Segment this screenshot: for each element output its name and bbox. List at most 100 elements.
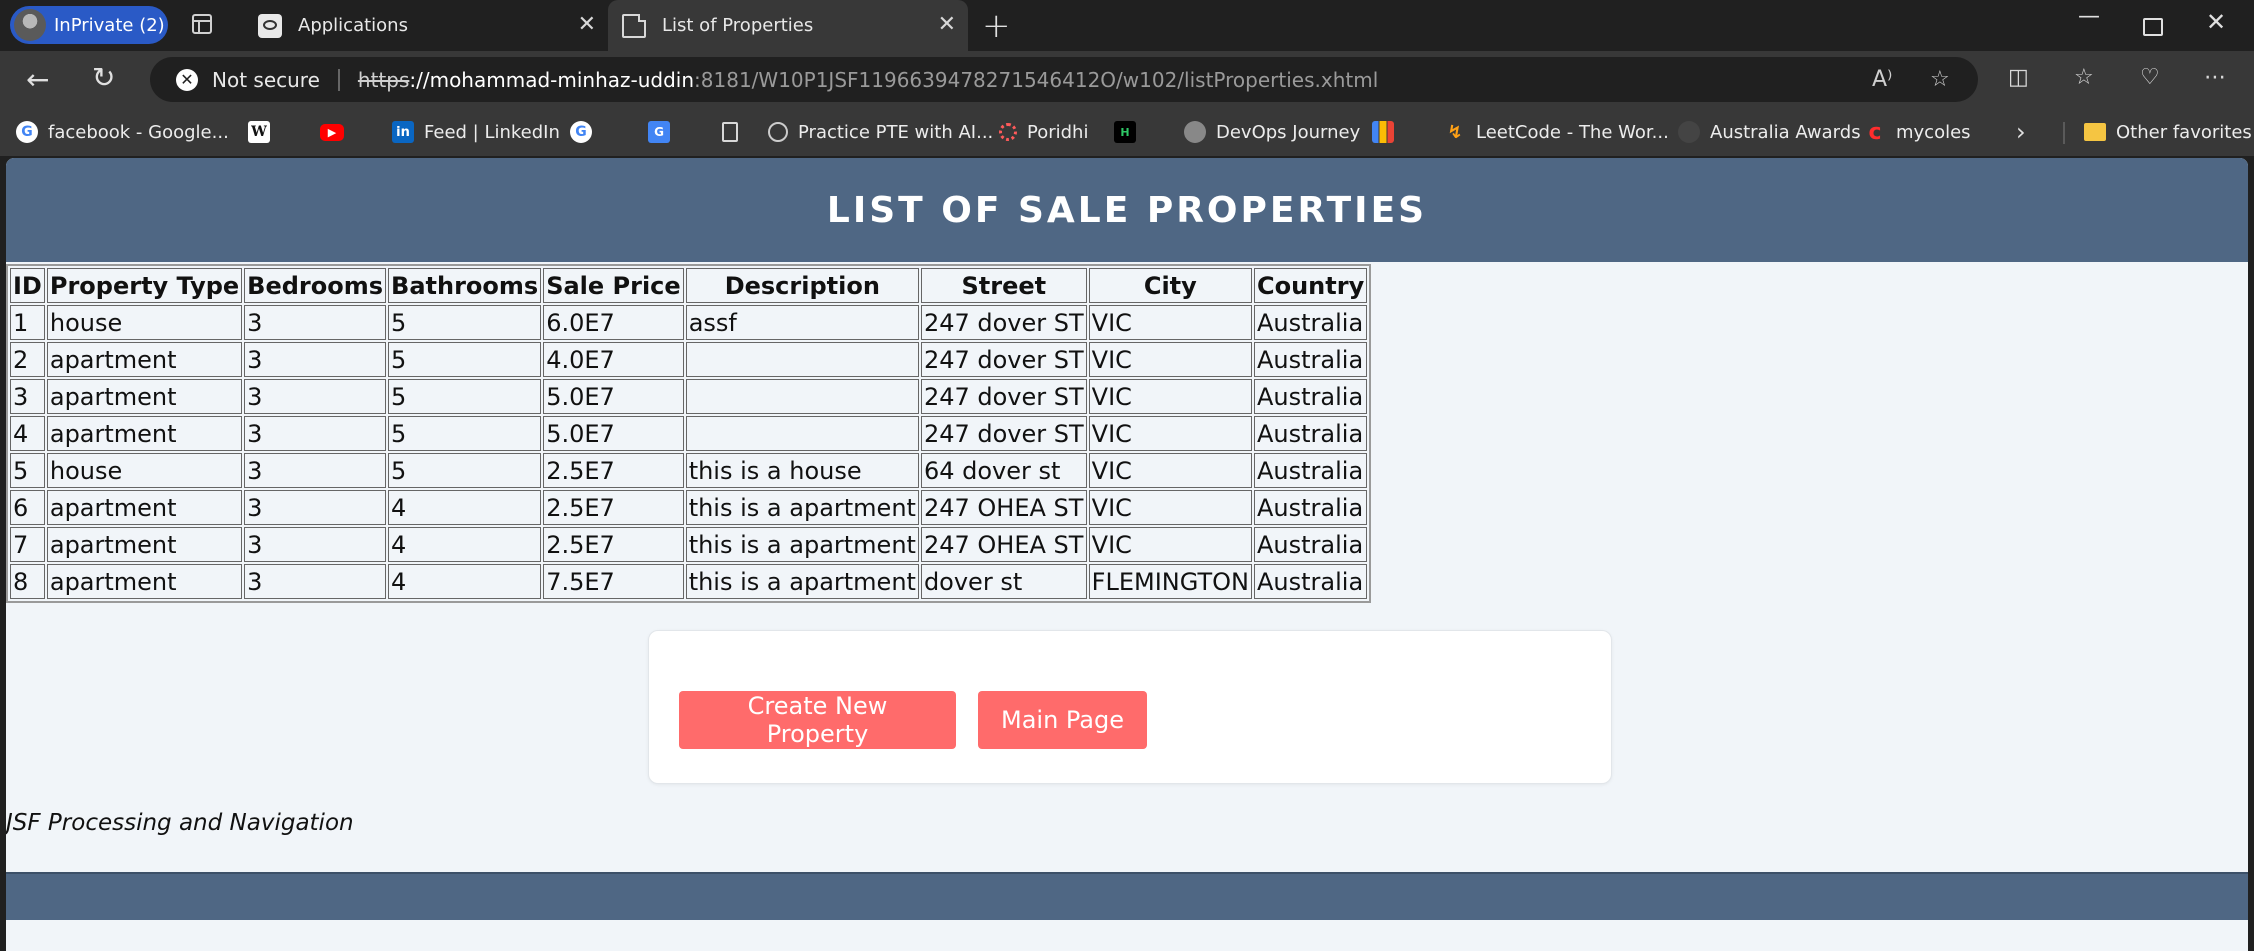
table-row: 8 apartment 3 4 7.5E7 this is a apartment dove… xyxy=(10,564,1368,599)
new-tab-icon[interactable]: + xyxy=(982,6,1011,46)
bookmark-poridhi[interactable]: Poridhi xyxy=(999,118,1088,146)
browser-essentials-icon[interactable]: ♡ xyxy=(2140,65,2160,90)
table-row: 1 house 3 5 6.0E7 assf 247 dover ST VIC Australi… xyxy=(10,305,1368,340)
table-cell: house xyxy=(46,453,243,488)
bookmark-other-favorites[interactable]: Other favorites xyxy=(2084,118,2252,146)
applications-favicon-icon xyxy=(258,13,282,38)
column-header: Country xyxy=(1253,268,1368,303)
table-cell: VIC xyxy=(1088,416,1252,451)
linkedin-icon: in xyxy=(392,121,414,143)
bookmark-label: mycoles xyxy=(1896,121,1971,143)
divider xyxy=(337,68,340,91)
bookmark-google-translate[interactable]: G xyxy=(648,118,680,146)
table-cell: 247 OHEA ST xyxy=(920,490,1087,525)
poridhi-icon xyxy=(999,123,1017,141)
page-header: LIST OF SALE PROPERTIES xyxy=(6,158,2248,262)
bookmark-youtube[interactable]: ▶ xyxy=(320,118,354,146)
profile-avatar-icon xyxy=(14,9,46,41)
table-cell: house xyxy=(46,305,243,340)
address-bar[interactable]: ✕ Not secure https ://mohammad-minhaz-ud… xyxy=(150,57,1978,102)
tab-strip: InPrivate (2) Applications ✕ List of Pro… xyxy=(0,0,2254,51)
bookmark-chart[interactable] xyxy=(1372,118,1404,146)
create-new-property-button[interactable]: Create New Property xyxy=(679,691,956,749)
table-cell: 247 dover ST xyxy=(920,416,1087,451)
close-tab-icon[interactable]: ✕ xyxy=(938,12,956,37)
table-cell: 5 xyxy=(10,453,45,488)
table-cell: 5.0E7 xyxy=(543,379,684,414)
table-cell: 6.0E7 xyxy=(543,305,684,340)
australia-awards-icon xyxy=(1678,121,1700,143)
reload-icon[interactable]: ↻ xyxy=(92,61,115,94)
table-cell: 5 xyxy=(388,379,542,414)
column-header: Property Type xyxy=(46,268,243,303)
url-host: ://mohammad-minhaz-uddin xyxy=(409,67,695,92)
bookmark-devops-journey[interactable]: DevOps Journey xyxy=(1184,118,1360,146)
bookmark-wikipedia[interactable]: W xyxy=(248,118,280,146)
youtube-icon: ▶ xyxy=(320,123,344,141)
table-cell: 3 xyxy=(244,490,387,525)
table-body: 1 house 3 5 6.0E7 assf 247 dover ST VIC Australi… xyxy=(10,305,1368,599)
restore-icon[interactable] xyxy=(2143,18,2163,36)
table-cell: dover st xyxy=(920,564,1087,599)
table-cell: 4 xyxy=(388,490,542,525)
table-cell: apartment xyxy=(46,490,243,525)
window-close-icon[interactable]: ✕ xyxy=(2206,8,2226,36)
table-cell: VIC xyxy=(1088,490,1252,525)
favorite-star-icon[interactable]: ☆ xyxy=(1930,67,1950,92)
tab-title: List of Properties xyxy=(662,15,814,36)
table-cell: 3 xyxy=(10,379,45,414)
bookmark-google[interactable]: G xyxy=(570,118,602,146)
tab-applications[interactable]: Applications ✕ xyxy=(244,0,608,51)
table-cell: this is a apartment xyxy=(685,490,919,525)
column-header: Description xyxy=(685,268,919,303)
table-cell: 1 xyxy=(10,305,45,340)
table-cell: Australia xyxy=(1253,416,1368,451)
table-cell: VIC xyxy=(1088,305,1252,340)
pte-icon xyxy=(768,122,788,142)
close-tab-icon[interactable]: ✕ xyxy=(578,12,596,37)
bookmark-label: LeetCode - The Wor... xyxy=(1476,121,1669,143)
back-arrow-icon[interactable]: ← xyxy=(26,63,49,96)
chevron-right-icon[interactable]: › xyxy=(2016,118,2026,146)
actions-card: Create New Property Main Page xyxy=(648,630,1612,784)
bookmark-hackerrank[interactable]: H xyxy=(1114,118,1146,146)
table-cell: 4 xyxy=(10,416,45,451)
table-cell: 3 xyxy=(244,564,387,599)
table-cell: 5 xyxy=(388,416,542,451)
bookmark-facebook-google[interactable]: G facebook - Google... xyxy=(16,118,229,146)
inprivate-profile-button[interactable]: InPrivate (2) xyxy=(10,6,168,44)
table-cell: 3 xyxy=(244,342,387,377)
bookmark-practice-pte[interactable]: Practice PTE with AI... xyxy=(768,118,993,146)
tab-actions-icon[interactable] xyxy=(192,14,212,34)
table-row: 7 apartment 3 4 2.5E7 this is a apartment 247 … xyxy=(10,527,1368,562)
bookmark-label: Australia Awards xyxy=(1710,121,1861,143)
security-label[interactable]: Not secure xyxy=(212,68,320,92)
table-cell: Australia xyxy=(1253,342,1368,377)
url-path: :8181/W10P1JSF1196639478271546412O/w102/… xyxy=(694,67,1379,92)
minimize-icon[interactable]: — xyxy=(2078,4,2100,29)
table-cell xyxy=(685,379,919,414)
main-page-button[interactable]: Main Page xyxy=(978,691,1147,749)
google-translate-icon: G xyxy=(648,121,670,143)
more-options-icon[interactable]: ⋯ xyxy=(2204,65,2226,90)
read-aloud-icon[interactable]: A⁾ xyxy=(1872,67,1892,92)
table-header-row: ID Property Type Bedrooms Bathrooms Sale Pri… xyxy=(10,268,1368,303)
document-favicon-icon xyxy=(622,13,646,38)
google-icon: G xyxy=(16,121,38,143)
bookmark-document[interactable] xyxy=(722,118,748,146)
table-cell: this is a apartment xyxy=(685,564,919,599)
split-screen-icon[interactable]: ◫ xyxy=(2008,65,2029,90)
hackerrank-icon: H xyxy=(1114,121,1136,143)
favorites-icon[interactable]: ☆ xyxy=(2074,65,2094,90)
not-secure-icon[interactable]: ✕ xyxy=(176,68,198,91)
table-cell: 3 xyxy=(244,379,387,414)
bookmark-mycoles[interactable]: c mycoles xyxy=(1864,118,1971,146)
table-cell: Australia xyxy=(1253,564,1368,599)
column-header: Sale Price xyxy=(543,268,684,303)
table-cell: this is a house xyxy=(685,453,919,488)
tab-list-of-properties[interactable]: List of Properties ✕ xyxy=(608,0,968,51)
table-cell: 2.5E7 xyxy=(543,527,684,562)
bookmark-leetcode[interactable]: ↯ LeetCode - The Wor... xyxy=(1444,118,1669,146)
bookmark-linkedin[interactable]: in Feed | LinkedIn xyxy=(392,118,560,146)
bookmark-australia-awards[interactable]: Australia Awards xyxy=(1678,118,1861,146)
